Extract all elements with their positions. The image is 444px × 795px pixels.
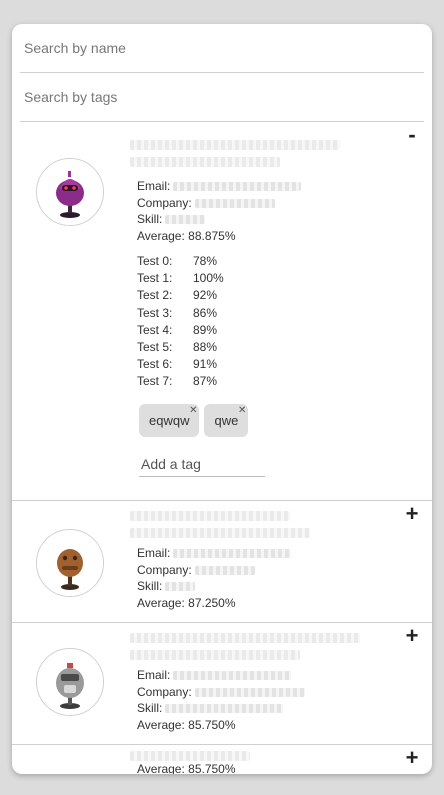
- remove-tag-icon[interactable]: ✕: [238, 405, 246, 416]
- gray-robot-icon: [37, 649, 103, 715]
- grade-row: Test 7: 87%: [137, 374, 218, 389]
- grade-row: Test 4: 89%: [137, 322, 218, 337]
- student-details: Average: 85.750%: [137, 762, 236, 774]
- tag-chip: qwe ✕: [204, 404, 249, 437]
- grade-row: Test 6: 91%: [137, 357, 218, 372]
- search-by-tags-input[interactable]: [20, 73, 424, 121]
- tag-list: eqwqw ✕ qwe ✕: [139, 404, 249, 437]
- grade-row: Test 0: 78%: [137, 254, 218, 268]
- tag-chip: eqwqw ✕: [139, 404, 200, 437]
- remove-tag-icon[interactable]: ✕: [189, 405, 197, 416]
- expand-button[interactable]: +: [402, 625, 422, 647]
- student-name: [127, 136, 340, 167]
- student-name: [127, 629, 360, 660]
- grade-row: Test 1: 100%: [137, 271, 224, 286]
- student-name: [127, 747, 250, 762]
- student-item: + Average: 85.750%: [12, 745, 432, 774]
- grade-row: Test 2: 92%: [137, 288, 218, 303]
- collapse-button[interactable]: -: [402, 124, 422, 146]
- student-list-card: - Email: Company: Skill: Average: 88.875…: [12, 24, 432, 774]
- avatar: [36, 158, 104, 226]
- expand-button[interactable]: +: [402, 503, 422, 525]
- brown-robot-icon: [37, 530, 103, 596]
- search-by-name-field[interactable]: [20, 24, 424, 73]
- student-details: Email: Company: Skill: Average: 85.750%: [137, 667, 305, 733]
- student-item: + Email: Company: Skill: Average: 87.250…: [12, 501, 432, 623]
- student-item: + Email: Company: Skill: Average: 85.750…: [12, 623, 432, 745]
- add-tag-input[interactable]: [139, 452, 269, 476]
- avatar: [36, 529, 104, 597]
- avatar: [36, 648, 104, 716]
- grade-row: Test 5: 88%: [137, 340, 218, 355]
- search-by-tags-field[interactable]: [20, 73, 424, 122]
- purple-robot-icon: [37, 159, 103, 225]
- student-details: Email: Company: Skill: Average: 88.875%: [137, 178, 302, 244]
- grade-row: Test 3: 86%: [137, 305, 218, 320]
- student-item: - Email: Company: Skill: Average: 88.875…: [12, 122, 432, 501]
- add-tag-field[interactable]: [139, 452, 269, 477]
- student-name: [127, 507, 310, 538]
- grades-list: Test 0: 78% Test 1: 100% Test 2: 92% Test 3…: [137, 253, 224, 391]
- student-details: Email: Company: Skill: Average: 87.250%: [137, 545, 292, 611]
- expand-button[interactable]: +: [402, 747, 422, 769]
- search-by-name-input[interactable]: [20, 24, 424, 72]
